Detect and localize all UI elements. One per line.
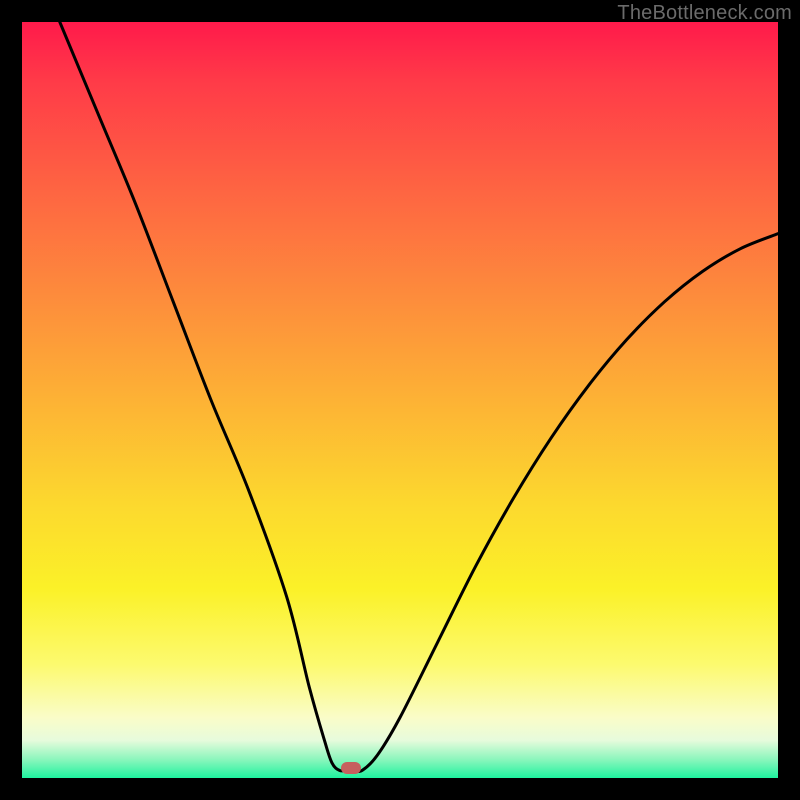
bottleneck-curve	[22, 22, 778, 778]
plot-area	[22, 22, 778, 778]
chart-frame: TheBottleneck.com	[0, 0, 800, 800]
optimal-point-marker	[341, 762, 361, 774]
